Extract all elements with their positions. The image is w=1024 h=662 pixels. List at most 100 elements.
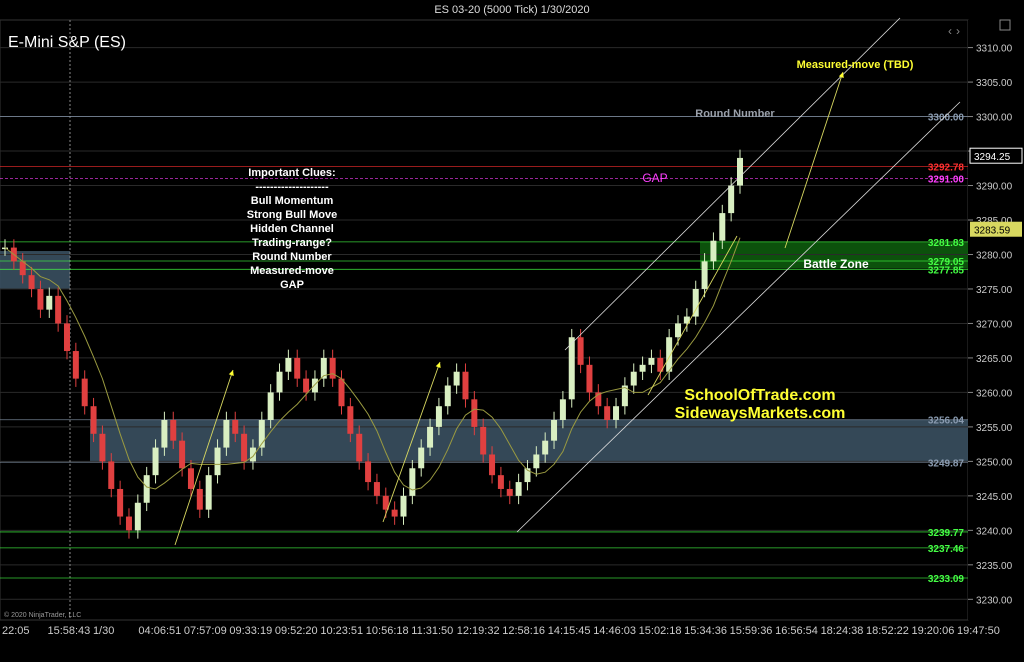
candle: [99, 433, 106, 462]
x-tick-label: 16:56:54: [775, 625, 818, 637]
zone-left: [0, 251, 70, 289]
x-tick-label: 07:57:09: [184, 625, 227, 637]
candle: [462, 371, 469, 400]
candle: [373, 482, 380, 496]
x-tick-label: 12:19:32: [457, 625, 500, 637]
y-tick-label: 3230.00: [976, 595, 1013, 606]
y-tick-label: 3235.00: [976, 561, 1013, 572]
y-tick-label: 3240.00: [976, 526, 1013, 537]
y-tick-label: 3305.00: [976, 78, 1013, 89]
x-tick-label: 15:58:43: [47, 625, 90, 637]
candle: [568, 337, 575, 400]
price-line-label: 3277.85: [928, 265, 965, 276]
y-tick-label: 3260.00: [976, 388, 1013, 399]
y-tick-label: 3270.00: [976, 319, 1013, 330]
clue-item: Strong Bull Move: [247, 209, 337, 221]
candle: [719, 213, 726, 241]
y-tick-label: 3290.00: [976, 182, 1013, 193]
instrument-label: E-Mini S&P (ES): [8, 34, 126, 51]
zone-range: [90, 419, 968, 463]
candle: [63, 323, 70, 352]
candle: [497, 475, 504, 489]
candle: [542, 440, 549, 455]
candle: [400, 495, 407, 517]
candle: [604, 406, 611, 420]
x-tick-label: 18:52:22: [866, 625, 909, 637]
candle: [613, 406, 620, 420]
gap-label: GAP: [642, 171, 667, 185]
candle: [435, 406, 442, 427]
candle: [675, 323, 682, 338]
candle: [506, 488, 513, 496]
candle: [533, 454, 540, 469]
watermark-2: SidewaysMarkets.com: [675, 405, 846, 422]
price-line-label: 3249.87: [928, 458, 965, 469]
candle: [214, 447, 221, 476]
candle: [108, 461, 115, 489]
candle: [347, 406, 354, 434]
price-line-label: 3237.46: [928, 544, 965, 555]
y-tick-label: 3245.00: [976, 492, 1013, 503]
price-line-label: 3233.09: [928, 574, 965, 585]
y-tick-label: 3250.00: [976, 457, 1013, 468]
clues-divider: --------------------: [255, 181, 329, 193]
candle: [489, 454, 496, 476]
candle: [117, 488, 124, 517]
candle: [46, 295, 53, 310]
candle: [90, 406, 97, 434]
candle: [710, 240, 717, 262]
candle: [630, 371, 637, 386]
x-tick-label: 22:05: [2, 625, 30, 637]
x-tick-label: 10:23:51: [320, 625, 363, 637]
candle: [365, 461, 372, 483]
y-tick-label: 3300.00: [976, 113, 1013, 124]
candle: [241, 433, 248, 462]
x-tick-label: 15:02:18: [639, 625, 682, 637]
candle: [205, 475, 212, 510]
y-tick-label: 3280.00: [976, 250, 1013, 261]
price-line-label: 3239.77: [928, 528, 965, 539]
candle: [356, 433, 363, 462]
y-tick-label: 3275.00: [976, 285, 1013, 296]
candle: [338, 378, 345, 407]
x-tick-label: 1/30: [93, 625, 114, 637]
candle: [409, 468, 416, 496]
candle: [294, 357, 301, 379]
candle: [329, 357, 336, 379]
battle-zone-label: Battle Zone: [803, 257, 869, 271]
candle: [311, 378, 318, 393]
y-tick-label: 3255.00: [976, 423, 1013, 434]
candle: [639, 364, 646, 372]
candle: [586, 364, 593, 393]
candle: [666, 337, 673, 372]
candle: [170, 420, 177, 441]
watermark-1: SchoolOfTrade.com: [684, 387, 835, 404]
candle: [648, 357, 655, 365]
candle: [37, 288, 44, 310]
measured-move-label: Measured-move (TBD): [797, 59, 914, 71]
candle: [223, 420, 230, 448]
candle: [303, 378, 310, 393]
candle: [577, 337, 584, 365]
y-tick-label: 3310.00: [976, 44, 1013, 55]
candle: [55, 295, 62, 324]
x-tick-label: 14:46:03: [593, 625, 636, 637]
candle: [559, 399, 566, 420]
window-back-icon: ‹: [948, 24, 952, 38]
x-tick-label: 18:24:38: [821, 625, 864, 637]
candle: [267, 392, 274, 420]
candle: [81, 378, 88, 407]
clue-item: Bull Momentum: [251, 195, 334, 207]
candle: [480, 426, 487, 455]
candle: [187, 468, 194, 489]
x-tick-label: 09:52:20: [275, 625, 318, 637]
x-tick-label: 04:06:51: [138, 625, 181, 637]
candle: [418, 447, 425, 469]
candle: [427, 426, 434, 448]
candle: [134, 502, 141, 531]
candle: [276, 371, 283, 393]
candle: [249, 447, 256, 462]
clue-item: GAP: [280, 279, 304, 291]
y-tick-label: 3265.00: [976, 354, 1013, 365]
x-tick-label: 12:58:16: [502, 625, 545, 637]
